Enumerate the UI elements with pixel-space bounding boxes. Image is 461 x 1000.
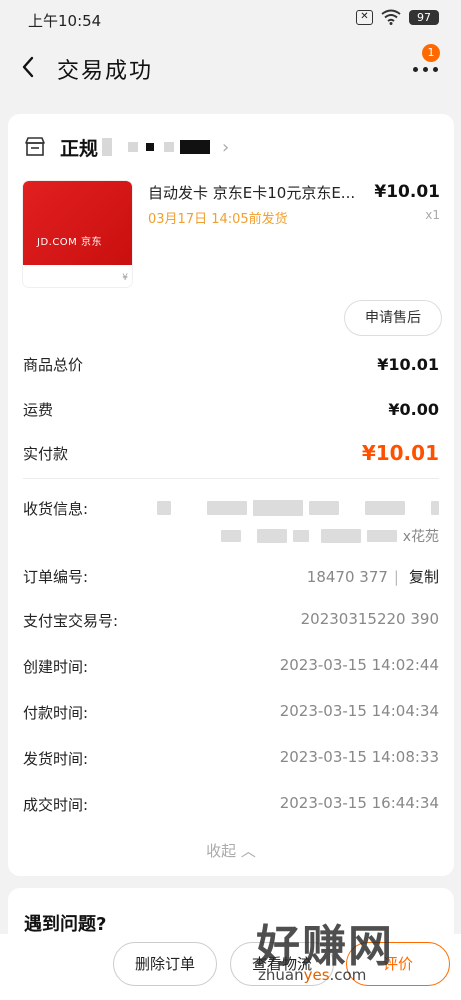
shop-icon — [25, 137, 45, 156]
order-card: 正规 › JD.COM 京东 ¥ 自动发卡 京东E卡10元京东E... 03月1… — [8, 114, 454, 876]
shop-name-mask — [164, 142, 175, 152]
paid-time-value: 2023-03-15 14:04:34 — [279, 702, 439, 720]
shipped-row: 发货时间: 2023-03-15 14:08:33 — [23, 748, 439, 772]
alipay-label: 支付宝交易号: — [23, 612, 119, 630]
address-row: 收货信息: x花苑 — [23, 498, 439, 558]
battery-icon: 97 — [409, 9, 439, 25]
product-price: ¥10.01 — [374, 182, 440, 202]
notification-off-icon: ✕ — [356, 9, 373, 25]
goods-total-label: 商品总价 — [23, 355, 84, 374]
paid-time-row: 付款时间: 2023-03-15 14:04:34 — [23, 702, 439, 726]
shop-name-mask — [102, 138, 113, 156]
address-line-2: x花苑 — [220, 526, 439, 546]
bottom-action-bar: 删除订单 查看物流 评价 — [0, 934, 461, 1000]
product-image-yen: ¥ — [122, 273, 128, 283]
status-icons: ✕ 97 — [356, 9, 439, 25]
review-button[interactable]: 评价 — [346, 942, 450, 986]
divider — [23, 478, 439, 479]
closed-value: 2023-03-15 16:44:34 — [279, 794, 439, 812]
shipping-label: 运费 — [23, 400, 54, 419]
order-number-text: 18470 377 — [306, 568, 388, 586]
copy-button[interactable]: 复制 — [409, 568, 439, 586]
product-title[interactable]: 自动发卡 京东E卡10元京东E... — [148, 182, 388, 203]
goods-total-value: ¥10.01 — [377, 354, 439, 374]
shipping-value: ¥0.00 — [388, 399, 439, 419]
closed-label: 成交时间: — [23, 796, 89, 814]
created-label: 创建时间: — [23, 658, 89, 676]
order-number-value: 18470 377 | 复制 — [307, 566, 439, 587]
after-sale-button[interactable]: 申请售后 — [344, 300, 442, 336]
shipped-value: 2023-03-15 14:08:33 — [279, 748, 439, 766]
created-row: 创建时间: 2023-03-15 14:02:44 — [23, 656, 439, 680]
delete-order-button[interactable]: 删除订单 — [113, 942, 217, 986]
notification-badge: 1 — [422, 44, 440, 62]
order-number-label: 订单编号: — [23, 568, 89, 586]
paid-label: 实付款 — [23, 444, 69, 463]
wifi-icon — [381, 9, 401, 25]
address-mask — [157, 500, 439, 516]
closed-row: 成交时间: 2023-03-15 16:44:34 — [23, 794, 439, 818]
alipay-row: 支付宝交易号: 20230315220 390 — [23, 610, 439, 634]
address-tail: x花苑 — [402, 529, 439, 545]
shipped-label: 发货时间: — [23, 750, 89, 768]
ship-deadline: 03月17日 14:05前发货 — [148, 212, 288, 227]
paid-value: ¥10.01 — [361, 441, 439, 465]
shop-name-mask — [146, 143, 155, 151]
shop-name: 正规 — [60, 137, 99, 160]
shop-link[interactable]: 正规 › — [24, 132, 229, 162]
address-label: 收货信息: — [23, 500, 89, 518]
more-button[interactable]: 1 — [411, 44, 441, 80]
order-number-row: 订单编号: 18470 377 | 复制 — [23, 566, 439, 590]
collapse-button[interactable]: 收起 ︿ — [8, 840, 454, 861]
goods-total-row: 商品总价 ¥10.01 — [23, 352, 439, 376]
shop-name-mask — [180, 140, 211, 154]
chevron-right-icon: › — [222, 136, 230, 158]
back-arrow-icon — [22, 56, 34, 78]
shop-name-mask — [128, 142, 139, 152]
view-logistics-button[interactable]: 查看物流 — [230, 942, 334, 986]
back-button[interactable] — [14, 52, 42, 82]
product-image-logo: JD.COM 京东 — [37, 237, 102, 248]
status-bar: 上午10:54 ✕ 97 — [0, 0, 461, 38]
shipping-row: 运费 ¥0.00 — [23, 397, 439, 421]
status-time: 上午10:54 — [28, 12, 102, 30]
product-image[interactable]: JD.COM 京东 ¥ — [23, 181, 132, 287]
nav-bar: 交易成功 1 — [0, 40, 461, 96]
separator: | — [393, 568, 399, 586]
product-quantity: x1 — [425, 208, 440, 222]
help-title: 遇到问题? — [24, 914, 107, 935]
page-title: 交易成功 — [57, 59, 154, 84]
more-icon — [413, 67, 438, 72]
paid-row: 实付款 ¥10.01 — [23, 441, 439, 465]
paid-time-label: 付款时间: — [23, 704, 89, 722]
alipay-value: 20230315220 390 — [300, 610, 439, 628]
created-value: 2023-03-15 14:02:44 — [279, 656, 439, 674]
